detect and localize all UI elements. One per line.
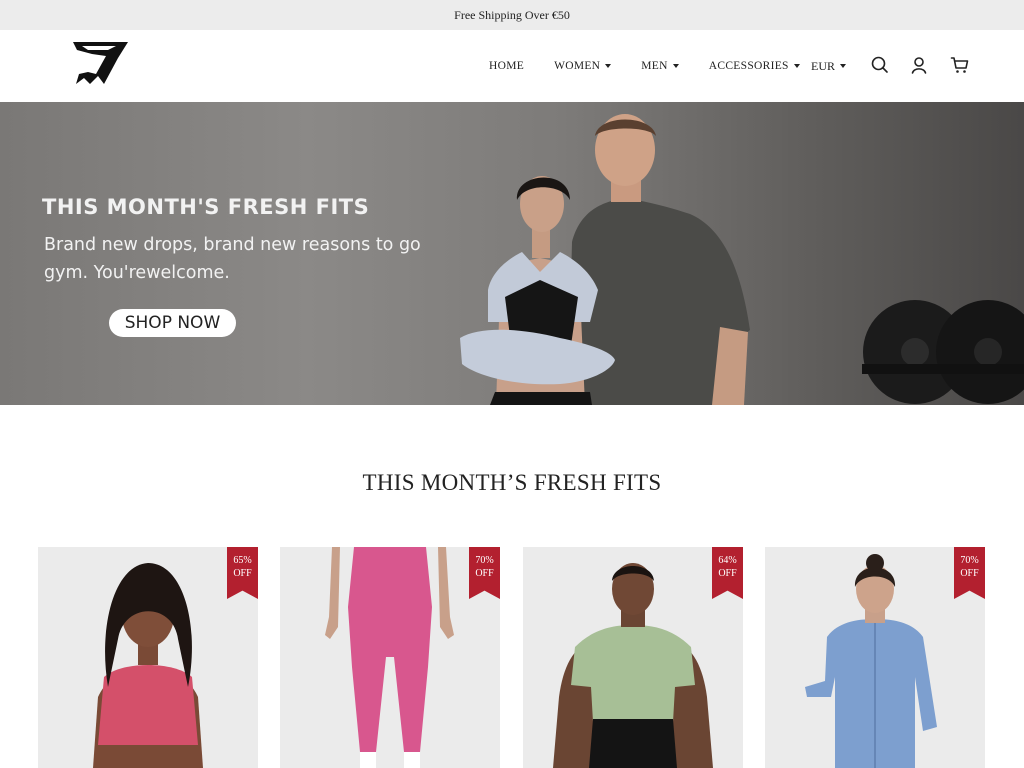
nav-accessories[interactable]: ACCESSORIES <box>709 60 800 72</box>
discount-percent: 65% <box>233 555 252 566</box>
discount-off: OFF <box>718 568 737 579</box>
nav-women[interactable]: WOMEN <box>554 60 612 72</box>
main-nav: HOME WOMEN MEN ACCESSORIES <box>489 30 800 102</box>
product-image <box>325 547 454 768</box>
chevron-down-icon <box>793 64 800 68</box>
nav-women-label: WOMEN <box>554 60 601 72</box>
product-image <box>553 563 713 768</box>
nav-accessories-label: ACCESSORIES <box>708 60 789 72</box>
chevron-down-icon <box>672 64 679 68</box>
product-card[interactable]: 64% OFF <box>523 547 743 768</box>
cart-icon <box>950 57 969 73</box>
nav-home-label: HOME <box>489 60 525 72</box>
search-icon <box>871 56 888 73</box>
product-grid: 65% OFF 70% OFF 64% OFF 70% OFF <box>38 547 988 768</box>
cart-button[interactable] <box>950 55 970 75</box>
shop-now-button[interactable]: SHOP NOW <box>109 309 236 337</box>
currency-label: EUR <box>811 58 835 73</box>
discount-off: OFF <box>475 568 494 579</box>
site-header: HOME WOMEN MEN ACCESSORIES EUR <box>0 30 1024 102</box>
account-button[interactable] <box>909 55 929 75</box>
currency-selector[interactable]: EUR <box>811 30 846 102</box>
section-title: THIS MONTH’S FRESH FITS <box>362 470 662 495</box>
product-card[interactable]: 65% OFF <box>38 547 258 768</box>
discount-percent: 70% <box>960 555 979 566</box>
announcement-bar: Free Shipping Over €50 <box>0 0 1024 30</box>
nav-home[interactable]: HOME <box>489 60 524 72</box>
hero-title: THIS MONTH'S FRESH FITS <box>42 195 370 219</box>
nav-men[interactable]: MEN <box>641 60 679 72</box>
chevron-down-icon <box>840 64 846 68</box>
product-card[interactable]: 70% OFF <box>765 547 985 768</box>
shark-logo-icon <box>73 42 128 84</box>
brand-logo[interactable] <box>68 40 132 90</box>
hero-banner: THIS MONTH'S FRESH FITS Brand new drops,… <box>0 102 1024 405</box>
discount-off: OFF <box>233 568 252 579</box>
discount-off: OFF <box>960 568 979 579</box>
product-card[interactable]: 70% OFF <box>280 547 500 768</box>
account-icon <box>911 57 927 74</box>
hero-subtitle: Brand new drops, brand new reasons to go… <box>44 235 421 283</box>
product-image <box>805 554 937 768</box>
chevron-down-icon <box>605 64 612 68</box>
announcement-text: Free Shipping Over €50 <box>454 7 570 22</box>
nav-men-label: MEN <box>641 60 668 72</box>
product-image <box>93 563 203 768</box>
discount-percent: 64% <box>718 555 737 566</box>
search-button[interactable] <box>870 55 890 75</box>
discount-percent: 70% <box>475 555 494 566</box>
